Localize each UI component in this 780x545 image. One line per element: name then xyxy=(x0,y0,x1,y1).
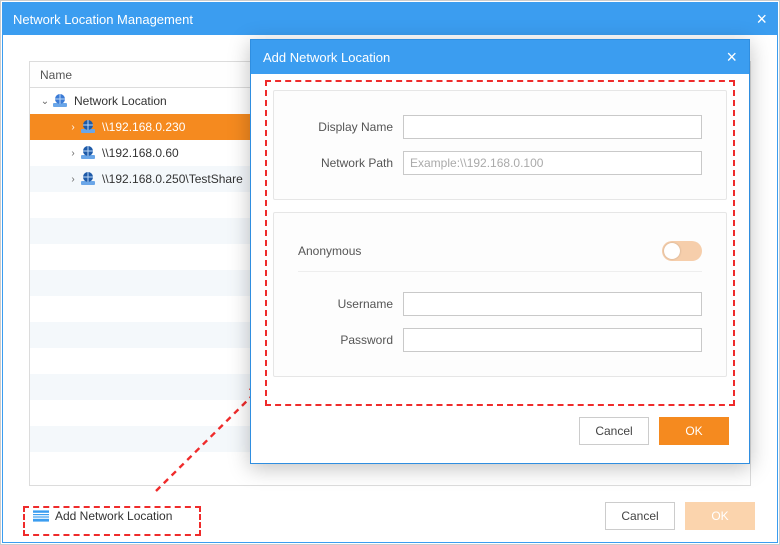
password-label: Password xyxy=(298,333,393,347)
network-globe-icon xyxy=(52,93,68,109)
username-label: Username xyxy=(298,297,393,311)
network-path-label: Network Path xyxy=(298,156,393,170)
add-network-location-link[interactable]: Add Network Location xyxy=(25,505,180,527)
chevron-down-icon[interactable]: ⌄ xyxy=(40,96,50,107)
dialog-footer: Cancel OK xyxy=(251,405,749,463)
tree-root-label: Network Location xyxy=(74,94,167,108)
main-titlebar: Network Location Management × xyxy=(3,3,777,35)
main-footer: Add Network Location Cancel OK xyxy=(3,490,777,542)
network-globe-icon xyxy=(80,145,96,161)
dialog-body: Display Name Network Path Anonymous xyxy=(251,74,749,405)
close-icon[interactable]: × xyxy=(726,47,737,68)
tree-item-label: \\192.168.0.230 xyxy=(102,120,185,134)
divider xyxy=(298,271,702,272)
add-location-icon xyxy=(33,510,49,522)
chevron-right-icon[interactable]: › xyxy=(68,174,78,185)
field-network-path: Network Path xyxy=(298,151,702,175)
add-network-location-dialog: Add Network Location × Display Name Netw… xyxy=(250,39,750,464)
display-name-input[interactable] xyxy=(403,115,702,139)
main-window-title: Network Location Management xyxy=(13,12,193,27)
network-path-input[interactable] xyxy=(403,151,702,175)
section-path: Display Name Network Path xyxy=(273,90,727,200)
network-globe-icon xyxy=(80,171,96,187)
password-input[interactable] xyxy=(403,328,702,352)
field-password: Password xyxy=(298,328,702,352)
username-input[interactable] xyxy=(403,292,702,316)
network-globe-icon xyxy=(80,119,96,135)
anonymous-row: Anonymous xyxy=(298,237,702,271)
anonymous-label: Anonymous xyxy=(298,244,361,258)
dialog-ok-button[interactable]: OK xyxy=(659,417,729,445)
chevron-right-icon[interactable]: › xyxy=(68,122,78,133)
toggle-knob xyxy=(664,243,680,259)
dialog-title: Add Network Location xyxy=(263,50,390,65)
close-icon[interactable]: × xyxy=(756,9,767,30)
chevron-right-icon[interactable]: › xyxy=(68,148,78,159)
main-ok-button[interactable]: OK xyxy=(685,502,755,530)
main-cancel-button[interactable]: Cancel xyxy=(605,502,675,530)
display-name-label: Display Name xyxy=(298,120,393,134)
tree-item-label: \\192.168.0.60 xyxy=(102,146,179,160)
dialog-titlebar: Add Network Location × xyxy=(251,40,749,74)
section-credentials: Anonymous Username Password xyxy=(273,212,727,377)
field-display-name: Display Name xyxy=(298,115,702,139)
tree-item-label: \\192.168.0.250\TestShare xyxy=(102,172,243,186)
dialog-cancel-button[interactable]: Cancel xyxy=(579,417,649,445)
add-network-location-label: Add Network Location xyxy=(55,509,172,523)
anonymous-toggle[interactable] xyxy=(662,241,702,261)
field-username: Username xyxy=(298,292,702,316)
